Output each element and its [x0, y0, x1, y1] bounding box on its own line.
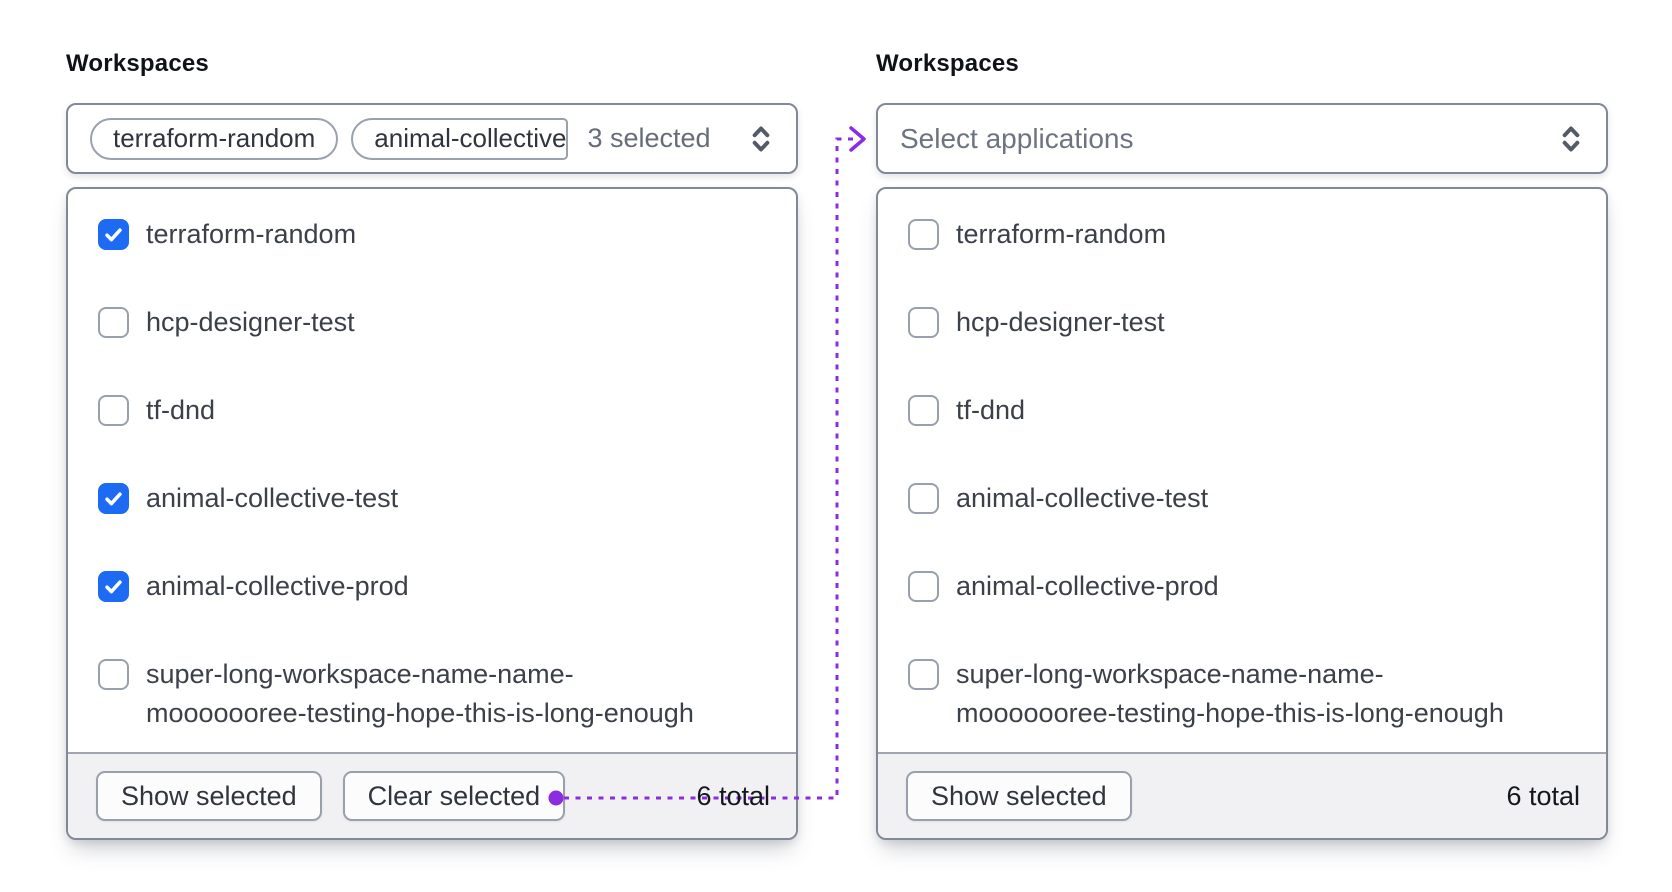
checkbox[interactable] [908, 219, 939, 250]
option-row[interactable]: animal-collective-test [98, 479, 772, 518]
option-row[interactable]: tf-dnd [908, 391, 1582, 430]
option-label: tf-dnd [956, 395, 1026, 425]
option-label: super-long-workspace-name-name- moooooor… [146, 659, 694, 728]
total-count: 6 total [696, 780, 770, 811]
listbox-footer-left: Show selected Clear selected 6 total [68, 752, 796, 838]
option-list: terraform-random hcp-designer-test tf-dn… [68, 189, 796, 752]
checkbox[interactable] [908, 571, 939, 602]
total-count: 6 total [1506, 780, 1580, 811]
option-label: tf-dnd [146, 395, 216, 425]
option-label: hcp-designer-test [956, 307, 1165, 337]
show-selected-button[interactable]: Show selected [96, 771, 322, 821]
chevron-up-down-icon [1562, 126, 1580, 151]
selected-count: 3 selected [587, 123, 711, 153]
workspaces-multiselect-trigger[interactable]: terraform-random animal-collective 3 sel… [66, 103, 798, 174]
option-label: animal-collective-prod [956, 571, 1219, 601]
option-row[interactable]: tf-dnd [98, 391, 772, 430]
option-row[interactable]: terraform-random [98, 215, 772, 254]
option-label: hcp-designer-test [146, 307, 355, 337]
checkbox[interactable] [908, 659, 939, 690]
checkbox[interactable] [98, 483, 129, 514]
checkmark-icon [105, 580, 122, 594]
option-row[interactable]: super-long-workspace-name-name- moooooor… [908, 655, 1582, 733]
option-label: super-long-workspace-name-name- moooooor… [956, 659, 1504, 728]
checkbox[interactable] [98, 659, 129, 690]
checkbox[interactable] [908, 307, 939, 338]
checkmark-icon [105, 492, 122, 506]
checkbox[interactable] [98, 307, 129, 338]
option-row[interactable]: terraform-random [908, 215, 1582, 254]
option-row[interactable]: animal-collective-prod [98, 567, 772, 606]
workspaces-listbox-right: terraform-random hcp-designer-test tf-dn… [876, 187, 1608, 840]
checkmark-icon [105, 228, 122, 242]
applications-select-trigger[interactable]: Select applications [876, 103, 1608, 174]
option-row[interactable]: super-long-workspace-name-name- moooooor… [98, 655, 772, 733]
workspaces-listbox-left: terraform-random hcp-designer-test tf-dn… [66, 187, 798, 840]
show-selected-button[interactable]: Show selected [906, 771, 1132, 821]
checkbox[interactable] [908, 483, 939, 514]
option-row[interactable]: hcp-designer-test [98, 303, 772, 342]
option-row[interactable]: hcp-designer-test [908, 303, 1582, 342]
checkbox[interactable] [98, 571, 129, 602]
option-label: animal-collective-test [956, 483, 1209, 513]
arrowhead-icon [849, 126, 866, 152]
selected-tag-terraform-random[interactable]: terraform-random [90, 117, 339, 160]
option-row[interactable]: animal-collective-prod [908, 567, 1582, 606]
workspaces-label-right: Workspaces [876, 50, 1019, 77]
option-label: terraform-random [146, 219, 357, 249]
chevron-up-down-icon [752, 126, 770, 151]
checkbox[interactable] [98, 395, 129, 426]
checkbox[interactable] [908, 395, 939, 426]
selected-tag-animal-collective[interactable]: animal-collective [351, 117, 569, 160]
clear-selected-button[interactable]: Clear selected [342, 771, 566, 821]
option-label: animal-collective-test [146, 483, 399, 513]
workspaces-label-left: Workspaces [66, 50, 209, 77]
listbox-footer-right: Show selected 6 total [878, 752, 1606, 838]
option-list: terraform-random hcp-designer-test tf-dn… [878, 189, 1606, 752]
option-row[interactable]: animal-collective-test [908, 479, 1582, 518]
option-label: animal-collective-prod [146, 571, 409, 601]
checkbox[interactable] [98, 219, 129, 250]
option-label: terraform-random [956, 219, 1167, 249]
select-placeholder: Select applications [900, 122, 1134, 154]
